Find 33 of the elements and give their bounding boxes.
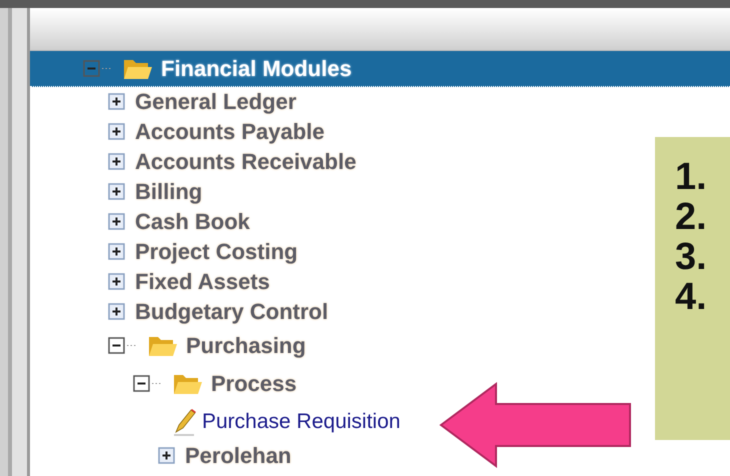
expand-toggle-icon[interactable] — [158, 447, 176, 465]
tree-item[interactable]: Accounts Payable — [135, 119, 325, 145]
expand-toggle-icon[interactable] — [108, 273, 126, 291]
collapse-toggle-icon[interactable] — [133, 375, 163, 393]
tree-item[interactable]: Cash Book — [135, 209, 250, 235]
tree-item[interactable]: General Ledger — [135, 89, 296, 115]
tree-item[interactable]: Perolehan — [185, 443, 292, 469]
tree-item[interactable]: Purchase Requisition — [202, 410, 400, 434]
list-number: 2. — [674, 197, 708, 237]
expand-toggle-icon[interactable] — [108, 303, 126, 321]
folder-icon — [173, 372, 203, 396]
collapse-toggle-icon[interactable] — [83, 60, 113, 78]
tree-item[interactable]: Project Costing — [135, 239, 298, 265]
folder-icon — [148, 334, 178, 358]
tree-item[interactable]: Accounts Receivable — [135, 149, 356, 175]
pencil-icon — [172, 408, 196, 436]
expand-toggle-icon[interactable] — [108, 123, 126, 141]
expand-toggle-icon[interactable] — [108, 153, 126, 171]
collapse-toggle-icon[interactable] — [108, 337, 138, 355]
list-number: 3. — [674, 237, 708, 277]
tree-item[interactable]: Process — [211, 371, 297, 397]
list-number: 1. — [674, 157, 708, 197]
tree-item[interactable]: Fixed Assets — [135, 269, 270, 295]
expand-toggle-icon[interactable] — [108, 243, 126, 261]
tree-item[interactable]: Billing — [135, 179, 202, 205]
tree-item[interactable]: Purchasing — [186, 333, 306, 359]
expand-toggle-icon[interactable] — [108, 213, 126, 231]
expand-toggle-icon[interactable] — [108, 183, 126, 201]
tree-item[interactable]: Budgetary Control — [135, 299, 328, 325]
left-arrow-icon — [438, 380, 634, 470]
list-number: 4. — [674, 277, 708, 317]
expand-toggle-icon[interactable] — [108, 93, 126, 111]
tree-item[interactable]: Financial Modules — [161, 56, 352, 82]
